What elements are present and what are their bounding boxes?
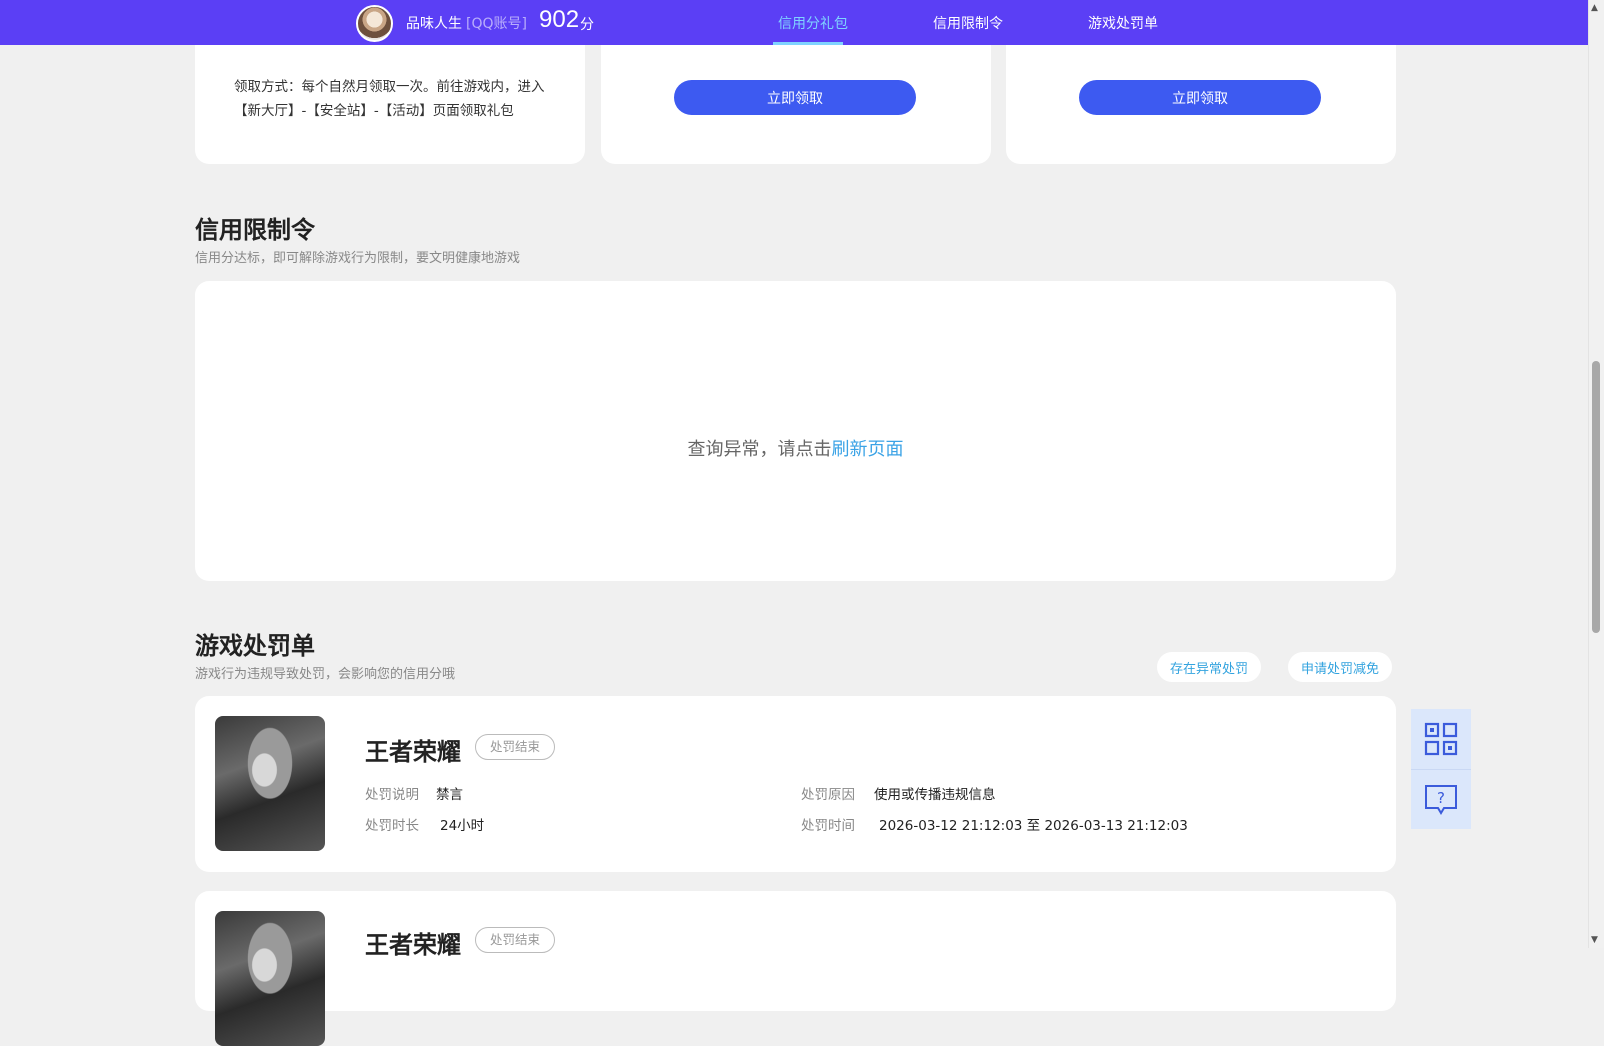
active-tab-indicator xyxy=(773,42,843,45)
scroll-up-arrow-icon[interactable]: ▲ xyxy=(1591,3,1598,13)
gift-card: 立即领取 xyxy=(1006,30,1396,164)
svg-text:?: ? xyxy=(1437,789,1445,807)
credit-score-unit: 分 xyxy=(580,17,594,33)
user-name-text: 品味人生 xyxy=(406,16,462,32)
avatar[interactable] xyxy=(356,5,393,42)
section-title-penalty: 游戏处罚单 xyxy=(195,632,315,660)
penalty-time-value: 2026-03-12 21:12:03 至 2026-03-13 21:12:0… xyxy=(879,818,1188,834)
gift-card: 立即领取 xyxy=(601,30,991,164)
penalty-desc-label: 处罚说明 xyxy=(365,787,419,803)
game-thumbnail xyxy=(215,911,325,1046)
abnormal-penalty-button[interactable]: 存在异常处罚 xyxy=(1157,652,1262,682)
query-error-message: 查询异常，请点击刷新页面 xyxy=(195,435,1396,461)
penalty-time-label: 处罚时间 xyxy=(801,818,855,834)
game-title: 王者荣耀 xyxy=(365,738,461,766)
gift-card: 领取方式：每个自然月领取一次。前往游戏内，进入【新大厅】-【安全站】-【活动】页… xyxy=(195,30,585,164)
penalty-reason-value: 使用或传播违规信息 xyxy=(874,787,996,803)
qr-code-icon xyxy=(1424,722,1458,756)
help-chat-icon: ? xyxy=(1425,784,1457,815)
section-title-restriction: 信用限制令 xyxy=(195,216,315,244)
game-thumbnail xyxy=(215,716,325,851)
refresh-page-link[interactable]: 刷新页面 xyxy=(832,439,904,460)
penalty-card: 王者荣耀 处罚结束 xyxy=(195,891,1396,1046)
penalty-duration-label: 处罚时长 xyxy=(365,818,419,834)
penalty-desc-value: 禁言 xyxy=(436,787,463,803)
section-subtitle-penalty: 游戏行为违规导致处罚，会影响您的信用分哦 xyxy=(195,667,456,682)
penalty-duration-value: 24小时 xyxy=(440,818,485,834)
scroll-down-arrow-icon[interactable]: ▼ xyxy=(1591,935,1598,945)
status-badge: 处罚结束 xyxy=(475,927,556,953)
game-title: 王者荣耀 xyxy=(365,931,461,959)
error-text: 查询异常，请点击 xyxy=(687,439,832,460)
user-name: 品味人生 [QQ账号] xyxy=(406,13,527,33)
tab-credit-gift[interactable]: 信用分礼包 xyxy=(778,13,848,33)
tab-game-penalty[interactable]: 游戏处罚单 xyxy=(1088,13,1158,33)
appeal-penalty-button[interactable]: 申请处罚减免 xyxy=(1288,652,1393,682)
tab-credit-restriction[interactable]: 信用限制令 xyxy=(933,13,1003,33)
top-header: 品味人生 [QQ账号] 902 分 信用分礼包 信用限制令 游戏处罚单 xyxy=(0,0,1588,45)
restriction-panel: 查询异常，请点击刷新页面 xyxy=(195,281,1396,581)
account-type: [QQ账号] xyxy=(466,16,527,32)
credit-score: 902 xyxy=(539,6,580,33)
scrollbar-thumb[interactable] xyxy=(1592,361,1600,633)
qr-code-button[interactable] xyxy=(1411,709,1471,769)
help-chat-button[interactable]: ? xyxy=(1411,769,1471,829)
claim-button[interactable]: 立即领取 xyxy=(674,80,916,115)
penalty-reason-label: 处罚原因 xyxy=(801,787,855,803)
gift-claim-instructions: 领取方式：每个自然月领取一次。前往游戏内，进入【新大厅】-【安全站】-【活动】页… xyxy=(234,79,545,119)
penalty-card: 王者荣耀 处罚结束 处罚说明 禁言 处罚时长 24小时 处罚原因 使用或传播违规… xyxy=(195,696,1396,872)
section-subtitle-restriction: 信用分达标，即可解除游戏行为限制，要文明健康地游戏 xyxy=(195,251,521,266)
status-badge: 处罚结束 xyxy=(475,734,556,760)
claim-button[interactable]: 立即领取 xyxy=(1079,80,1321,115)
